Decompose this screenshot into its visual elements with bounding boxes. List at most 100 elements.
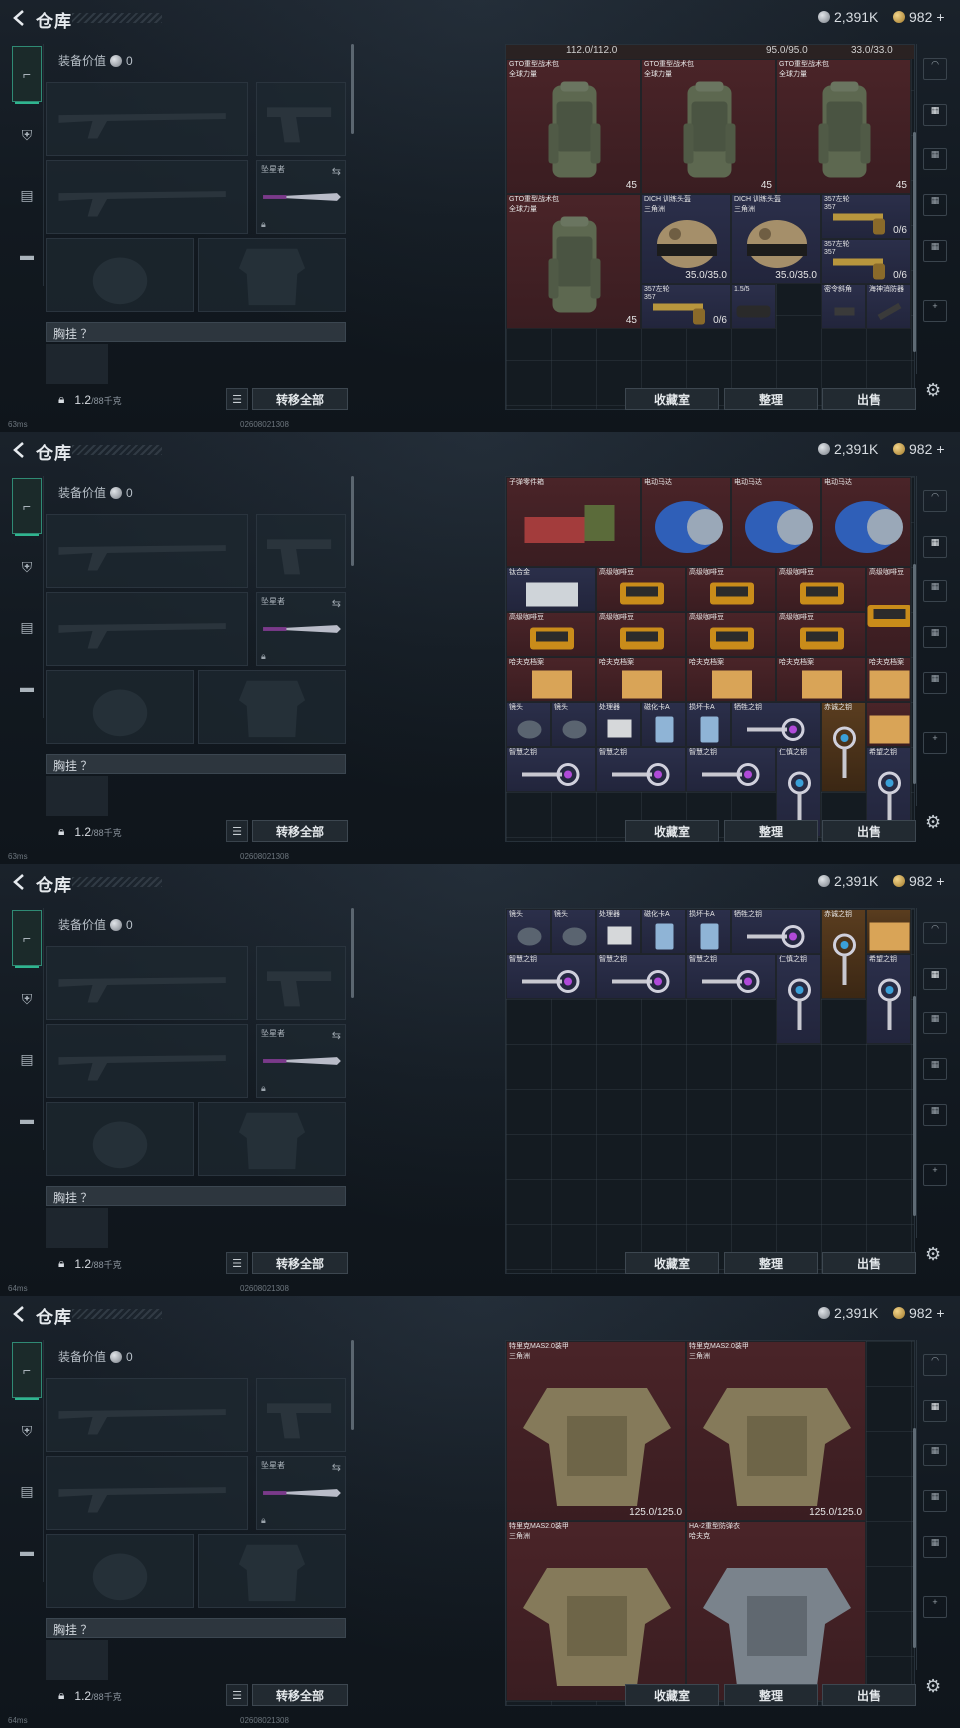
- helmet-slot[interactable]: [46, 238, 194, 312]
- helmet-tab-icon[interactable]: ⛨: [12, 1416, 42, 1446]
- primary-weapon-slot[interactable]: [46, 82, 248, 156]
- inventory-item[interactable]: 损坏卡A: [686, 702, 731, 747]
- sort-button[interactable]: 整理: [724, 1252, 818, 1274]
- box-tab-icon[interactable]: ▦: [923, 580, 947, 602]
- lock-icon[interactable]: 🔒︎: [58, 1688, 64, 1703]
- inventory-item[interactable]: 仁慎之钥: [776, 954, 821, 1044]
- inventory-item[interactable]: 哈夫克档案: [866, 657, 911, 702]
- primary-weapon-slot[interactable]: [46, 946, 248, 1020]
- inventory-item[interactable]: 357左轮 357 0/6: [641, 284, 731, 329]
- inventory-item[interactable]: 电动马达: [641, 477, 731, 567]
- inventory-item[interactable]: 子弹零件箱: [506, 477, 641, 567]
- transfer-all-button[interactable]: 转移全部: [252, 388, 348, 410]
- chest-rig-header[interactable]: 胸挂 ？: [46, 1186, 346, 1206]
- armor-slot[interactable]: [198, 670, 346, 744]
- list-icon[interactable]: ☰: [226, 1684, 248, 1706]
- equipment-scrollbar[interactable]: [351, 908, 354, 998]
- chest-rig-slot[interactable]: [46, 1640, 108, 1680]
- helmet-slot[interactable]: [46, 1534, 194, 1608]
- inventory-item[interactable]: 牺牲之钥: [731, 702, 821, 747]
- chest-rig-header[interactable]: 胸挂 ？: [46, 1618, 346, 1638]
- transfer-all-button[interactable]: 转移全部: [252, 820, 348, 842]
- chest-rig-slot[interactable]: [46, 776, 108, 816]
- inventory-item[interactable]: 赤诚之钥: [821, 702, 866, 792]
- melee-slot[interactable]: 坠星者 ⇆ 🔒︎: [256, 592, 346, 666]
- primary-weapon-slot[interactable]: [46, 1378, 248, 1452]
- chest-rig-slot[interactable]: [46, 1208, 108, 1248]
- armor-slot[interactable]: [198, 238, 346, 312]
- inventory-item[interactable]: 密令斜角: [821, 284, 866, 329]
- secondary-weapon-slot[interactable]: [46, 1024, 248, 1098]
- inventory-item[interactable]: 高级咖啡豆: [776, 612, 866, 657]
- inventory-item[interactable]: 哈夫克档案: [506, 657, 596, 702]
- transfer-all-button[interactable]: 转移全部: [252, 1684, 348, 1706]
- helmet-tab-icon[interactable]: ⛨: [12, 984, 42, 1014]
- pistol-slot[interactable]: [256, 946, 346, 1020]
- chest-rig-header[interactable]: 胸挂 ？: [46, 754, 346, 774]
- sort-button[interactable]: 整理: [724, 1684, 818, 1706]
- briefcase-tab-icon[interactable]: ▬: [12, 240, 42, 270]
- clipboard-tab-icon[interactable]: ▤: [12, 1476, 42, 1506]
- storage-grid[interactable]: 112.0/112.0 95.0/95.0 33.0/33.0 GTO重型战术包 全球…: [505, 44, 915, 410]
- inventory-item[interactable]: 357左轮 357 0/6: [821, 194, 911, 239]
- swap-icon[interactable]: ⇆: [332, 597, 341, 610]
- inventory-item[interactable]: 镜头: [551, 702, 596, 747]
- inventory-item[interactable]: GTO重型战术包 全球力量 45: [776, 59, 911, 194]
- gold-currency[interactable]: 982 +: [893, 441, 945, 457]
- inventory-item[interactable]: GTO重型战术包 全球力量 45: [506, 194, 641, 329]
- inventory-item[interactable]: 智慧之钥: [686, 954, 776, 999]
- back-arrow-icon[interactable]: [10, 872, 30, 892]
- safe-tab-icon[interactable]: ◠: [923, 922, 947, 944]
- list-icon[interactable]: ☰: [226, 820, 248, 842]
- vault-button[interactable]: 收藏室: [625, 388, 719, 410]
- grid-scrollbar[interactable]: [913, 564, 916, 784]
- inventory-item[interactable]: 特里克MAS2.0装甲 三角洲 125.0/125.0: [686, 1341, 866, 1521]
- list-icon[interactable]: ☰: [226, 388, 248, 410]
- inventory-item[interactable]: 处理器: [596, 702, 641, 747]
- inventory-item[interactable]: 处理器: [596, 909, 641, 954]
- inventory-item[interactable]: DICH 训练头盔 三角洲 35.0/35.0: [731, 194, 821, 284]
- inventory-item[interactable]: 电动马达: [731, 477, 821, 567]
- add-currency-button[interactable]: +: [936, 9, 944, 25]
- box-tab-icon[interactable]: ▦: [923, 672, 947, 694]
- grid-scrollbar[interactable]: [913, 1428, 916, 1648]
- chest-rig-header[interactable]: 胸挂 ？: [46, 322, 346, 342]
- inventory-item[interactable]: 电动马达: [821, 477, 911, 567]
- inventory-item[interactable]: 高级咖啡豆: [866, 567, 911, 657]
- inventory-item[interactable]: 镜头: [506, 909, 551, 954]
- inventory-item[interactable]: 高级咖啡豆: [686, 567, 776, 612]
- melee-slot[interactable]: 坠星者 ⇆ 🔒︎: [256, 160, 346, 234]
- inventory-item[interactable]: 高级咖啡豆: [596, 567, 686, 612]
- safe-tab-icon[interactable]: ◠: [923, 1354, 947, 1376]
- clipboard-tab-icon[interactable]: ▤: [12, 1044, 42, 1074]
- box-tab-icon[interactable]: ▦: [923, 1536, 947, 1558]
- sell-button[interactable]: 出售: [822, 820, 916, 842]
- gear-icon[interactable]: ⚙: [925, 380, 941, 401]
- gold-currency[interactable]: 982 +: [893, 873, 945, 889]
- safe-tab-icon[interactable]: ◠: [923, 58, 947, 80]
- briefcase-tab-icon[interactable]: ▬: [12, 672, 42, 702]
- sell-button[interactable]: 出售: [822, 1684, 916, 1706]
- secondary-weapon-slot[interactable]: [46, 592, 248, 666]
- sell-button[interactable]: 出售: [822, 388, 916, 410]
- gold-currency[interactable]: 982 +: [893, 1305, 945, 1321]
- box-tab-icon[interactable]: ▦: [923, 1444, 947, 1466]
- box-tab-icon[interactable]: ▦: [923, 1012, 947, 1034]
- inventory-item[interactable]: 哈夫克档案: [596, 657, 686, 702]
- inventory-item[interactable]: 损坏卡A: [686, 909, 731, 954]
- inventory-item[interactable]: 智慧之钥: [506, 747, 596, 792]
- storage-grid[interactable]: 子弹零件箱 电动马达 电动马达 电动马达 钛合金 高级咖啡豆 高级咖啡豆 高级咖啡…: [505, 476, 915, 842]
- vault-button[interactable]: 收藏室: [625, 1252, 719, 1274]
- box-tab-icon[interactable]: ▦: [923, 240, 947, 262]
- inventory-item[interactable]: 海神消防器: [866, 284, 911, 329]
- box-tab-icon[interactable]: ▦: [923, 1400, 947, 1422]
- storage-grid[interactable]: 镜头 镜头 处理器 磁化卡A 损坏卡A 牺牲之钥 赤诚之钥 智慧之钥 智慧之钥 智慧之钥: [505, 908, 915, 1274]
- safe-tab-icon[interactable]: ◠: [923, 490, 947, 512]
- inventory-item[interactable]: 高级咖啡豆: [686, 612, 776, 657]
- inventory-item[interactable]: 1.5/5: [731, 284, 776, 329]
- sell-button[interactable]: 出售: [822, 1252, 916, 1274]
- inventory-item[interactable]: DICH 训练头盔 三角洲 35.0/35.0: [641, 194, 731, 284]
- secondary-weapon-slot[interactable]: [46, 1456, 248, 1530]
- inventory-item[interactable]: HA-2重型防弹衣 哈夫克: [686, 1521, 866, 1701]
- armor-slot[interactable]: [198, 1534, 346, 1608]
